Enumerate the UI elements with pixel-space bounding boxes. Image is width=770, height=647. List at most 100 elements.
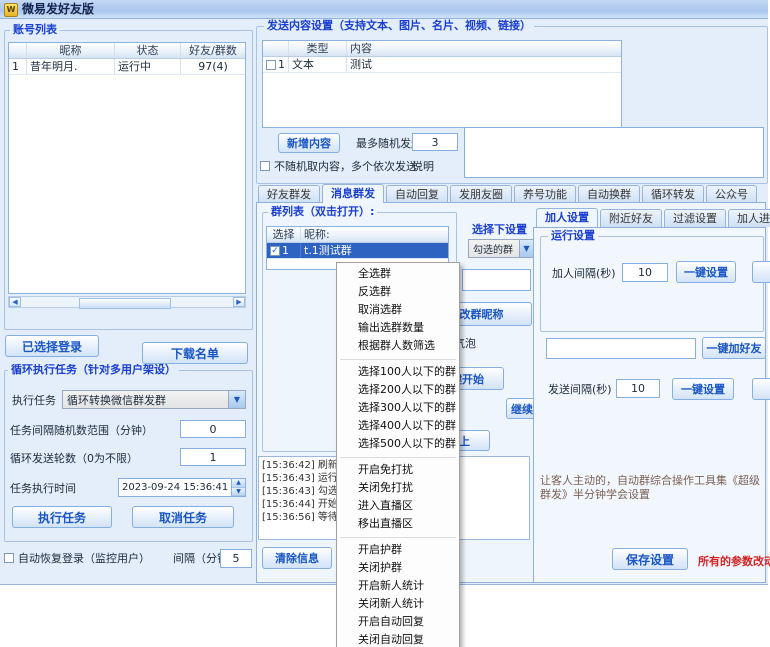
cancel-task-button[interactable]: 取消任务 [132, 506, 234, 528]
context-menu-item[interactable]: 关闭免打扰 [337, 479, 459, 497]
main-tab[interactable]: 自动换群 [578, 185, 640, 203]
content-row-check[interactable]: 1 [263, 57, 289, 72]
add-interval-input[interactable]: 10 [622, 263, 668, 282]
context-menu-item[interactable]: 选择100人以下的群 [337, 363, 459, 381]
context-menu-item[interactable]: 关闭新人统计 [337, 595, 459, 613]
group-row-check[interactable]: ✓ 1 [267, 243, 301, 258]
set-add-interval-button[interactable]: 一键设置 [676, 261, 736, 283]
add-friend-button[interactable]: 一键加好友 [702, 337, 766, 359]
context-menu-item[interactable]: 取消选群 [337, 301, 459, 319]
context-menu-item[interactable]: 开启护群 [337, 541, 459, 559]
accounts-col-status[interactable]: 状态 [115, 43, 181, 58]
accounts-hscrollbar[interactable]: ◀ ▶ [8, 296, 246, 308]
main-tab[interactable]: 发朋友圈 [450, 185, 512, 203]
account-counts: 97(4) [181, 59, 245, 74]
add-content-button[interactable]: 新增内容 [278, 133, 340, 153]
send-interval-input[interactable]: 10 [616, 379, 660, 398]
scroll-left-icon[interactable]: ◀ [9, 297, 21, 307]
content-col-body[interactable]: 内容 [347, 41, 619, 56]
content-preview-box [464, 127, 764, 178]
login-selected-button[interactable]: 已选择登录 [5, 335, 99, 357]
main-tab[interactable]: 养号功能 [514, 185, 576, 203]
group-row-selected[interactable]: ✓ 1 t.1测试群 [267, 243, 448, 259]
content-row[interactable]: 1 文本 测试 [263, 57, 621, 73]
sub-tab[interactable]: 加人设置 [536, 208, 598, 227]
context-menu-item[interactable]: 选择400人以下的群 [337, 417, 459, 435]
auto-relogin-checkbox[interactable] [4, 553, 14, 563]
group-col-name[interactable]: 昵称: [301, 227, 448, 242]
context-menu-item[interactable]: 根据群人数筛选 [337, 337, 459, 355]
context-menu-item[interactable] [337, 533, 459, 541]
content-table[interactable]: 类型 内容 1 文本 测试 [262, 40, 622, 128]
main-tab[interactable]: 自动回复 [386, 185, 448, 203]
task-time-input[interactable]: 2023-09-24 15:36:41 ▲ ▼ [118, 478, 246, 497]
content-col-check [263, 41, 289, 56]
content-row-checkbox[interactable] [266, 60, 276, 70]
context-menu-item[interactable]: 关闭自动回复 [337, 631, 459, 647]
context-menu-item[interactable]: 选择200人以下的群 [337, 381, 459, 399]
main-tab[interactable]: 公众号 [706, 185, 757, 203]
group-row-checkbox[interactable]: ✓ [270, 246, 280, 256]
stepper-up-icon[interactable]: ▲ [232, 479, 245, 488]
sequential-send-label: 不随机取内容，多个依次发送 [274, 160, 417, 173]
context-menu-item[interactable]: 选择300人以下的群 [337, 399, 459, 417]
content-col-type[interactable]: 类型 [289, 41, 347, 56]
main-tab[interactable]: 循环转发 [642, 185, 704, 203]
group-col-select[interactable]: 选择 [267, 227, 301, 242]
rounds-label: 循环发送轮数（0为不限） [10, 452, 138, 465]
accounts-col-counts[interactable]: 好友/群数 [181, 43, 245, 58]
clear-log-button[interactable]: 清除信息 [262, 547, 332, 569]
context-menu-item[interactable]: 开启自动回复 [337, 613, 459, 631]
accounts-table-header: 昵称 状态 好友/群数 [9, 43, 245, 59]
group-search-input[interactable] [462, 269, 531, 291]
content-groupbox-title: 发送内容设置（支持文本、图片、名片、视频、链接） [264, 20, 534, 32]
content-row-type: 文本 [289, 57, 347, 72]
context-menu-item[interactable]: 关闭护群 [337, 559, 459, 577]
context-menu-item[interactable]: 输出选群数量 [337, 319, 459, 337]
rounds-input[interactable]: 1 [180, 448, 246, 466]
account-row[interactable]: 1 昔年明月. 运行中 97(4) [9, 59, 245, 75]
task-type-label: 执行任务 [12, 394, 56, 407]
chevron-down-icon[interactable]: ▼ [519, 240, 533, 257]
context-menu-item[interactable] [337, 355, 459, 363]
scroll-right-icon[interactable]: ▶ [233, 297, 245, 307]
stepper-down-icon[interactable]: ▼ [232, 488, 245, 497]
context-menu-item[interactable]: 移出直播区 [337, 515, 459, 533]
task-interval-input[interactable]: 0 [180, 420, 246, 438]
random-count-input[interactable]: 3 [412, 133, 458, 151]
cutoff-button-2[interactable] [752, 378, 770, 400]
context-menu-item[interactable]: 反选群 [337, 283, 459, 301]
datetime-stepper[interactable]: ▲ ▼ [231, 479, 245, 496]
task-type-combo[interactable]: 循环转换微信群发群 ▼ [62, 390, 246, 409]
friend-input[interactable] [546, 338, 696, 359]
download-list-button[interactable]: 下载名单 [142, 342, 248, 364]
relogin-interval-input[interactable]: 5 [220, 549, 252, 568]
context-menu-item[interactable]: 开启新人统计 [337, 577, 459, 595]
cutoff-button-1[interactable] [752, 261, 770, 283]
context-menu-item[interactable] [337, 453, 459, 461]
loop-task-title: 循环执行任务（针对多用户架设） [8, 364, 179, 376]
title-bar[interactable]: W 微易发好友版 [0, 0, 768, 19]
context-menu-item[interactable]: 进入直播区 [337, 497, 459, 515]
save-settings-button[interactable]: 保存设置 [612, 548, 688, 570]
sub-tab[interactable]: 过滤设置 [664, 209, 726, 227]
accounts-col-nickname[interactable]: 昵称 [27, 43, 115, 58]
run-task-button[interactable]: 执行任务 [12, 506, 112, 528]
context-menu-item[interactable]: 全选群 [337, 265, 459, 283]
context-menu-item[interactable]: 开启免打扰 [337, 461, 459, 479]
chevron-down-icon[interactable]: ▼ [228, 391, 245, 408]
accounts-table[interactable]: 昵称 状态 好友/群数 1 昔年明月. 运行中 97(4) [8, 42, 246, 294]
sub-tab[interactable]: 附近好友 [600, 209, 662, 227]
set-send-interval-button[interactable]: 一键设置 [672, 378, 734, 400]
content-table-header: 类型 内容 [263, 41, 621, 57]
main-tab-strip: 好友群发消息群发自动回复发朋友圈养号功能自动换群循环转发公众号 [258, 185, 759, 203]
sequential-send-checkbox[interactable] [260, 161, 270, 171]
context-menu-item[interactable]: 选择500人以下的群 [337, 435, 459, 453]
main-tab[interactable]: 好友群发 [258, 185, 320, 203]
main-tab[interactable]: 消息群发 [322, 184, 384, 203]
target-select-combo[interactable]: 勾选的群 ▼ [468, 239, 534, 258]
account-row-index: 1 [9, 59, 27, 74]
scroll-thumb[interactable] [79, 298, 171, 309]
help-link[interactable]: 说明 [412, 160, 434, 173]
sub-tab[interactable]: 加人进度 [728, 209, 770, 227]
